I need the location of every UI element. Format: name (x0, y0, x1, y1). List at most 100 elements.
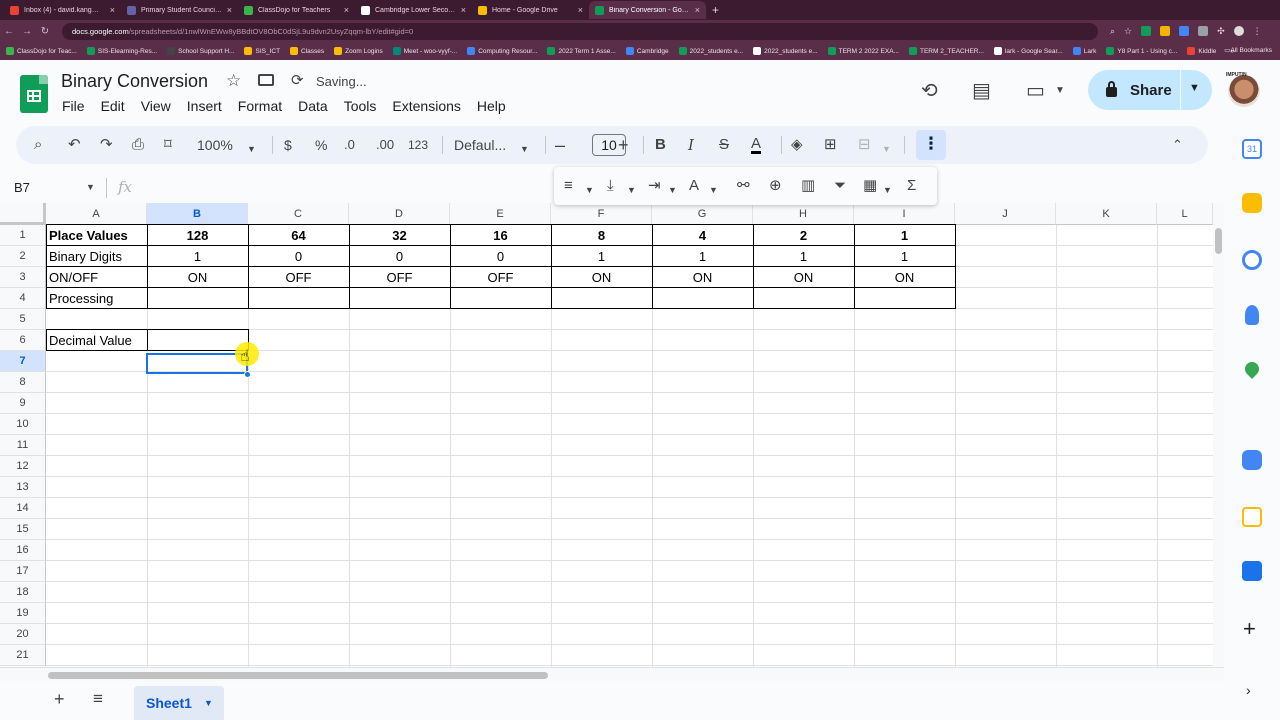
column-header-l[interactable]: L (1157, 203, 1213, 225)
menu-data[interactable]: Data (298, 98, 328, 114)
row-header-4[interactable]: 4 (0, 288, 46, 309)
column-header-e[interactable]: E (450, 203, 551, 225)
increase-decimal-button[interactable]: .00 (376, 136, 394, 154)
filter-views-chevron-down-icon[interactable]: ▼ (883, 181, 892, 199)
bookmark-item[interactable]: Zoom Logins (334, 47, 383, 55)
meet-chevron-down-icon[interactable]: ▼ (1055, 85, 1065, 96)
font-chevron-down-icon[interactable]: ▼ (520, 140, 529, 158)
insert-chart-icon[interactable]: ▥ (801, 177, 815, 195)
extension-icon[interactable] (1179, 26, 1190, 36)
document-title[interactable]: Binary Conversion (61, 71, 208, 92)
contacts-icon[interactable] (1245, 305, 1259, 325)
borders-icon[interactable]: ⊞ (824, 136, 837, 154)
row-header-1[interactable]: 1 (0, 225, 46, 246)
paint-format-icon[interactable]: ⌑ (164, 136, 172, 154)
extension-icon[interactable] (1141, 26, 1152, 36)
share-button[interactable]: Share ▼ (1088, 70, 1212, 110)
row-header-13[interactable]: 13 (0, 477, 46, 498)
horizontal-align-icon[interactable]: ≡ (564, 177, 573, 195)
column-header-j[interactable]: J (955, 203, 1056, 225)
column-header-h[interactable]: H (753, 203, 854, 225)
browser-tab[interactable]: Home - Google Drive × (472, 1, 589, 19)
wrap-chevron-down-icon[interactable]: ▼ (668, 181, 677, 199)
show-side-panel-icon[interactable]: › (1246, 682, 1251, 698)
vertical-scroll-thumb[interactable] (1215, 228, 1222, 254)
bookmark-item[interactable]: Y8 Part 1 - Using c... (1106, 47, 1177, 55)
decrease-decimal-button[interactable]: .0 (344, 136, 355, 154)
name-box-chevron-down-icon[interactable]: ▼ (86, 182, 95, 192)
row-header-10[interactable]: 10 (0, 414, 46, 435)
row-header-2[interactable]: 2 (0, 246, 46, 267)
row-header-19[interactable]: 19 (0, 603, 46, 624)
get-addons-icon[interactable]: + (1243, 616, 1256, 642)
valign-chevron-down-icon[interactable]: ▼ (627, 181, 636, 199)
bookmark-item[interactable]: Kiddle (1187, 47, 1216, 55)
bookmark-item[interactable]: ClassDojo for Teac... (6, 47, 77, 55)
column-header-f[interactable]: F (551, 203, 652, 225)
extension-icon[interactable] (1160, 26, 1171, 36)
text-rotation-icon[interactable]: A (689, 177, 699, 195)
bookmark-item[interactable]: School Support H... (167, 47, 234, 55)
row-header-6[interactable]: 6 (0, 330, 46, 351)
bookmark-item[interactable]: 2022_students e... (678, 47, 743, 55)
star-icon[interactable]: ☆ (226, 71, 241, 91)
version-history-icon[interactable]: ⟲ (921, 78, 938, 103)
select-all-corner[interactable] (0, 203, 46, 225)
row-header-21[interactable]: 21 (0, 645, 46, 666)
text-color-button[interactable]: A (751, 136, 762, 154)
bookmark-item[interactable]: 2022 Term 1 Asse... (547, 47, 616, 55)
text-wrapping-icon[interactable]: ⇥ (648, 177, 661, 195)
avatar[interactable] (1228, 75, 1260, 107)
font-select[interactable]: Defaul... (454, 136, 506, 154)
decrease-font-size-button[interactable]: – (555, 136, 565, 154)
fill-color-icon[interactable]: ◈ (791, 136, 803, 154)
bookmark-item[interactable]: SIS-Elearning-Res... (86, 47, 157, 55)
extension-icon[interactable] (1198, 26, 1209, 36)
calendar-icon[interactable]: 31 (1242, 139, 1262, 159)
align-chevron-down-icon[interactable]: ▼ (585, 181, 594, 199)
menu-edit[interactable]: Edit (101, 98, 125, 114)
move-folder-icon[interactable] (258, 74, 274, 86)
add-sheet-button[interactable]: + (54, 689, 65, 710)
row-header-20[interactable]: 20 (0, 624, 46, 645)
maps-icon[interactable] (1242, 359, 1262, 379)
filter-views-icon[interactable]: ▦ (863, 177, 877, 195)
all-sheets-button[interactable]: ≡ (93, 689, 103, 709)
bookmark-item[interactable]: Computing Resour... (467, 47, 537, 55)
zoom-chevron-down-icon[interactable]: ▼ (247, 140, 256, 158)
row-header-16[interactable]: 16 (0, 540, 46, 561)
addon-clipboard-icon[interactable] (1242, 507, 1262, 527)
menu-extensions[interactable]: Extensions (392, 98, 460, 114)
vertical-align-icon[interactable]: ⤓ (607, 177, 614, 195)
reload-icon[interactable]: ↻ (36, 26, 54, 37)
bold-button[interactable]: B (655, 136, 666, 154)
close-tab-icon[interactable]: × (461, 5, 466, 15)
italic-button[interactable]: I (688, 136, 694, 154)
insert-comment-icon[interactable]: ⊕ (769, 177, 782, 195)
functions-icon[interactable]: Σ (907, 177, 916, 195)
close-tab-icon[interactable]: × (110, 5, 115, 15)
puzzle-icon[interactable]: ✣ (1217, 26, 1225, 37)
column-header-b[interactable]: B (147, 203, 248, 225)
currency-format-button[interactable]: $ (284, 136, 292, 154)
menu-file[interactable]: File (62, 98, 85, 114)
column-header-i[interactable]: I (854, 203, 955, 225)
bookmark-item[interactable]: 2022_students e... (753, 47, 818, 55)
keep-icon[interactable] (1242, 193, 1262, 213)
collapse-menus-icon[interactable]: ⌃ (1172, 136, 1183, 154)
zoom-lens-icon[interactable]: ⌕ (1110, 26, 1115, 37)
name-box[interactable]: B7 (14, 180, 30, 195)
horizontal-scroll-thumb[interactable] (48, 672, 548, 679)
column-header-g[interactable]: G (652, 203, 753, 225)
row-header-18[interactable]: 18 (0, 582, 46, 603)
browser-tab[interactable]: ClassDojo for Teachers × (238, 1, 355, 19)
formula-input[interactable] (140, 178, 540, 198)
browser-menu-icon[interactable]: ⋮ (1253, 26, 1262, 37)
bookmark-item[interactable]: lark - Google Sear... (993, 47, 1063, 55)
horizontal-scrollbar[interactable] (0, 667, 1224, 681)
new-tab-button[interactable]: + (712, 3, 719, 17)
fill-handle[interactable] (244, 371, 251, 378)
bookmark-item[interactable]: TERM 2 2022 EXA... (827, 47, 899, 55)
forward-icon[interactable]: → (18, 26, 36, 37)
url-field[interactable]: docs.google.com/spreadsheets/d/1nwlWnEWw… (62, 22, 1098, 40)
